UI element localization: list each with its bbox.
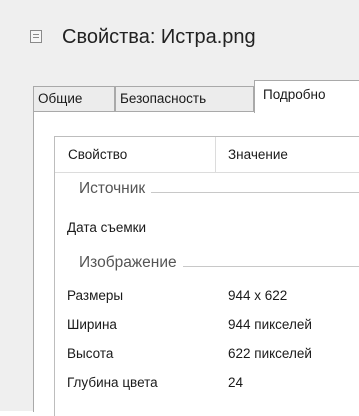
group-image: Изображение xyxy=(55,254,359,278)
list-header: Свойство Значение xyxy=(55,137,359,173)
property-name: Высота xyxy=(67,346,114,361)
tab-security[interactable]: Безопасность xyxy=(115,86,254,112)
title-bar: Свойства: Истра.png xyxy=(0,0,359,58)
group-source: Источник xyxy=(55,180,359,204)
property-value: 944 x 622 xyxy=(228,288,288,303)
file-icon xyxy=(30,30,42,43)
list-item[interactable]: Дата съемки xyxy=(55,220,359,242)
tab-bar: Общие Безопасность Подробно xyxy=(0,76,359,113)
property-name: Ширина xyxy=(67,317,117,332)
property-value: 622 пикселей xyxy=(228,346,312,361)
property-name: Размеры xyxy=(67,288,124,303)
column-header-value[interactable]: Значение xyxy=(228,147,288,162)
property-value: 24 xyxy=(228,375,244,390)
column-header-property[interactable]: Свойство xyxy=(68,147,127,162)
column-separator[interactable] xyxy=(215,137,216,173)
list-item[interactable]: Высота 622 пикселей xyxy=(55,346,359,368)
list-item[interactable]: Ширина 944 пикселей xyxy=(55,317,359,339)
window-title: Свойства: Истра.png xyxy=(62,26,256,48)
group-label-image: Изображение xyxy=(79,254,183,272)
property-value: 944 пикселей xyxy=(228,317,312,332)
list-item[interactable]: Глубина цвета 24 xyxy=(55,375,359,397)
list-item[interactable]: Размеры 944 x 622 xyxy=(55,288,359,310)
details-list[interactable]: Свойство Значение Источник Дата съемки И… xyxy=(54,136,359,416)
property-name: Дата съемки xyxy=(67,220,147,235)
property-name: Глубина цвета xyxy=(67,375,158,390)
tab-general[interactable]: Общие xyxy=(33,86,115,112)
group-label-source: Источник xyxy=(79,180,152,198)
properties-window: Свойства: Истра.png Общие Безопасность П… xyxy=(0,0,359,416)
tab-details[interactable]: Подробно xyxy=(254,80,359,113)
